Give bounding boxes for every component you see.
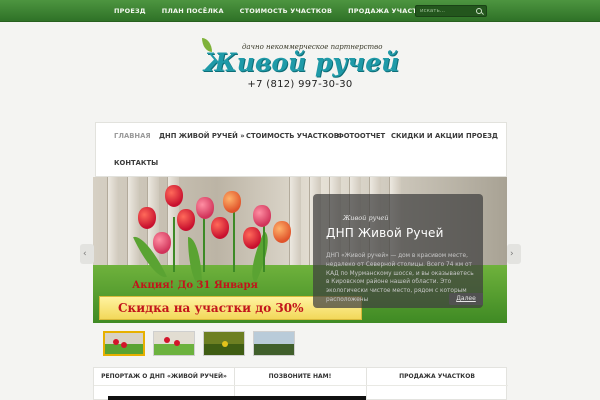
widget-title-call: ПОЗВОНИТЕ НАМ! <box>268 373 332 380</box>
slide-caption: Живой ручей ДНП Живой Ручей ДНП «Живой р… <box>313 194 483 308</box>
read-more-button[interactable]: Далее <box>449 293 483 305</box>
search-box <box>415 5 487 17</box>
fence-post <box>289 177 301 277</box>
tulip-flower <box>138 207 156 229</box>
top-nav-item-plan[interactable]: ПЛАН ПОСЁЛКА <box>154 0 232 22</box>
logo-name: Живой ручей <box>204 48 400 77</box>
divider <box>94 385 508 386</box>
widget-title-sale: ПРОДАЖА УЧАСТКОВ <box>399 373 475 380</box>
main-nav-item-route[interactable]: ПРОЕЗД <box>466 123 498 149</box>
chevron-left-icon: ‹ <box>83 249 87 259</box>
slide-thumbnail[interactable] <box>203 331 245 356</box>
tulip-flower <box>177 209 195 231</box>
tulip-flower <box>223 191 241 213</box>
video-player[interactable] <box>108 396 366 400</box>
tulip-flower <box>165 185 183 207</box>
tulip-flower <box>273 221 291 243</box>
fence-post <box>107 177 119 277</box>
phone-number: +7 (812) 997-30-30 <box>247 79 353 90</box>
main-nav-item-dnp[interactable]: ДНП ЖИВОЙ РУЧЕЙ » <box>159 123 245 149</box>
search-input[interactable] <box>420 6 472 16</box>
tulip-flower <box>153 232 171 254</box>
tulip-stem <box>173 217 175 272</box>
main-nav-item-price[interactable]: СТОИМОСТЬ УЧАСТКОВ <box>246 123 339 149</box>
main-nav-item-contacts[interactable]: КОНТАКТЫ <box>114 150 158 176</box>
tulip-flower <box>253 205 271 227</box>
slide-thumbnail[interactable] <box>103 331 145 356</box>
main-nav-item-photo[interactable]: ФОТООТЧЕТ <box>337 123 385 149</box>
main-nav: ГЛАВНАЯ ДНП ЖИВОЙ РУЧЕЙ » СТОИМОСТЬ УЧАС… <box>95 122 507 177</box>
slider-prev-button[interactable]: ‹ <box>80 244 94 264</box>
fence-post <box>127 177 139 277</box>
top-nav-item-price[interactable]: СТОИМОСТЬ УЧАСТКОВ <box>232 0 340 22</box>
tulip-flower <box>211 217 229 239</box>
top-nav-item-proezd[interactable]: ПРОЕЗД <box>106 0 154 22</box>
main-nav-item-discounts[interactable]: СКИДКИ И АКЦИИ <box>391 123 463 149</box>
caption-logo: Живой ручей <box>343 214 389 222</box>
slide-thumbnail[interactable] <box>153 331 195 356</box>
caption-title: ДНП Живой Ручей <box>326 226 444 240</box>
promo-banner-text: Скидка на участки до 30% <box>118 301 304 315</box>
tulip-stem <box>263 222 265 272</box>
slide-thumbnail[interactable] <box>253 331 295 356</box>
tulip-stem <box>233 212 235 272</box>
search-icon[interactable] <box>476 8 482 14</box>
widget-title-report: РЕПОРТАЖ О ДНП «ЖИВОЙ РУЧЕЙ» <box>101 373 227 380</box>
slider-next-button[interactable]: › <box>507 244 521 264</box>
chevron-right-icon: › <box>510 249 514 259</box>
promo-title: Акция! До 31 Января <box>132 280 258 291</box>
main-nav-item-home[interactable]: ГЛАВНАЯ <box>114 123 151 149</box>
tulip-flower <box>243 227 261 249</box>
tulip-flower <box>196 197 214 219</box>
top-bar: ПРОЕЗД ПЛАН ПОСЁЛКА СТОИМОСТЬ УЧАСТКОВ П… <box>0 0 600 22</box>
